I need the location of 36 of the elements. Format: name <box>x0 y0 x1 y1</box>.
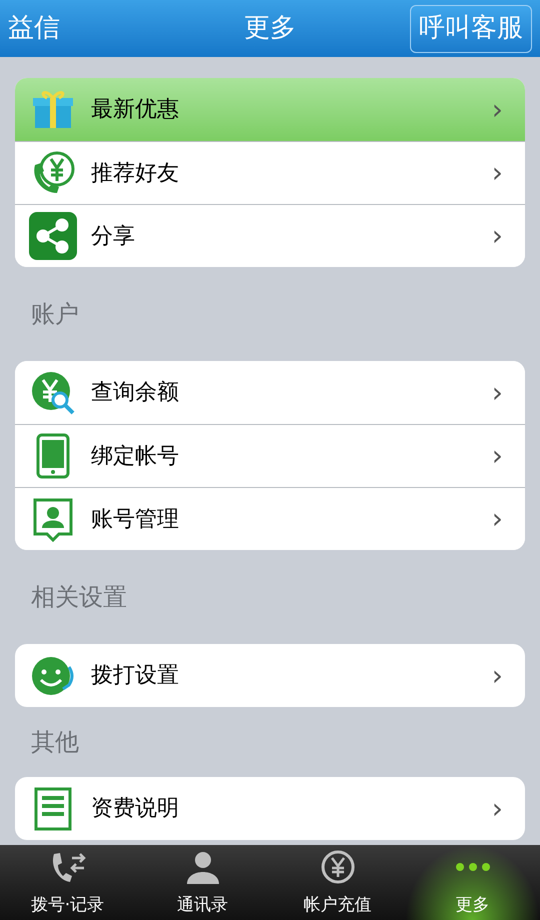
section-title: 账户 <box>31 299 79 330</box>
chevron: › <box>492 438 503 474</box>
contact-card-icon <box>31 496 75 542</box>
menu-label: 拨打设置 <box>91 662 180 690</box>
person-icon <box>184 850 220 884</box>
tab[interactable]: 通讯录 <box>135 845 270 920</box>
tab[interactable]: 更多 <box>405 845 540 920</box>
app-name: 益信 <box>8 12 60 45</box>
chevron: › <box>492 790 503 826</box>
page-title: 更多 <box>244 12 296 45</box>
menu-label: 账号管理 <box>91 506 180 534</box>
menu-row[interactable]: 最新优惠 › <box>15 78 525 141</box>
menu-label: 推荐好友 <box>91 160 180 188</box>
menu-label: 最新优惠 <box>91 96 180 124</box>
section-title: 相关设置 <box>31 582 127 613</box>
menu-label: 查询余额 <box>91 379 180 407</box>
yen-coin-icon <box>320 850 356 884</box>
menu-row[interactable]: 账号管理 › <box>15 487 525 550</box>
menu-label: 绑定帐号 <box>91 442 180 470</box>
chevron: › <box>492 374 503 410</box>
share-icon <box>29 212 77 260</box>
menu-label: 资费说明 <box>91 795 180 823</box>
chevron: › <box>492 218 503 254</box>
section-title: 其他 <box>31 727 79 758</box>
chevron: › <box>492 92 503 128</box>
menu-label: 分享 <box>91 222 136 250</box>
tab[interactable]: 拨号·记录 <box>0 845 135 920</box>
chevron: › <box>492 501 503 537</box>
chevron: › <box>492 658 503 694</box>
document-list-icon <box>34 786 72 830</box>
tab[interactable]: 帐户充值 <box>270 845 405 920</box>
menu-row[interactable]: 分享 › <box>15 204 525 267</box>
chevron: › <box>492 155 503 191</box>
yen-search-icon <box>30 370 76 416</box>
phone-device-icon <box>36 433 70 479</box>
more-dots-icon <box>454 862 490 872</box>
